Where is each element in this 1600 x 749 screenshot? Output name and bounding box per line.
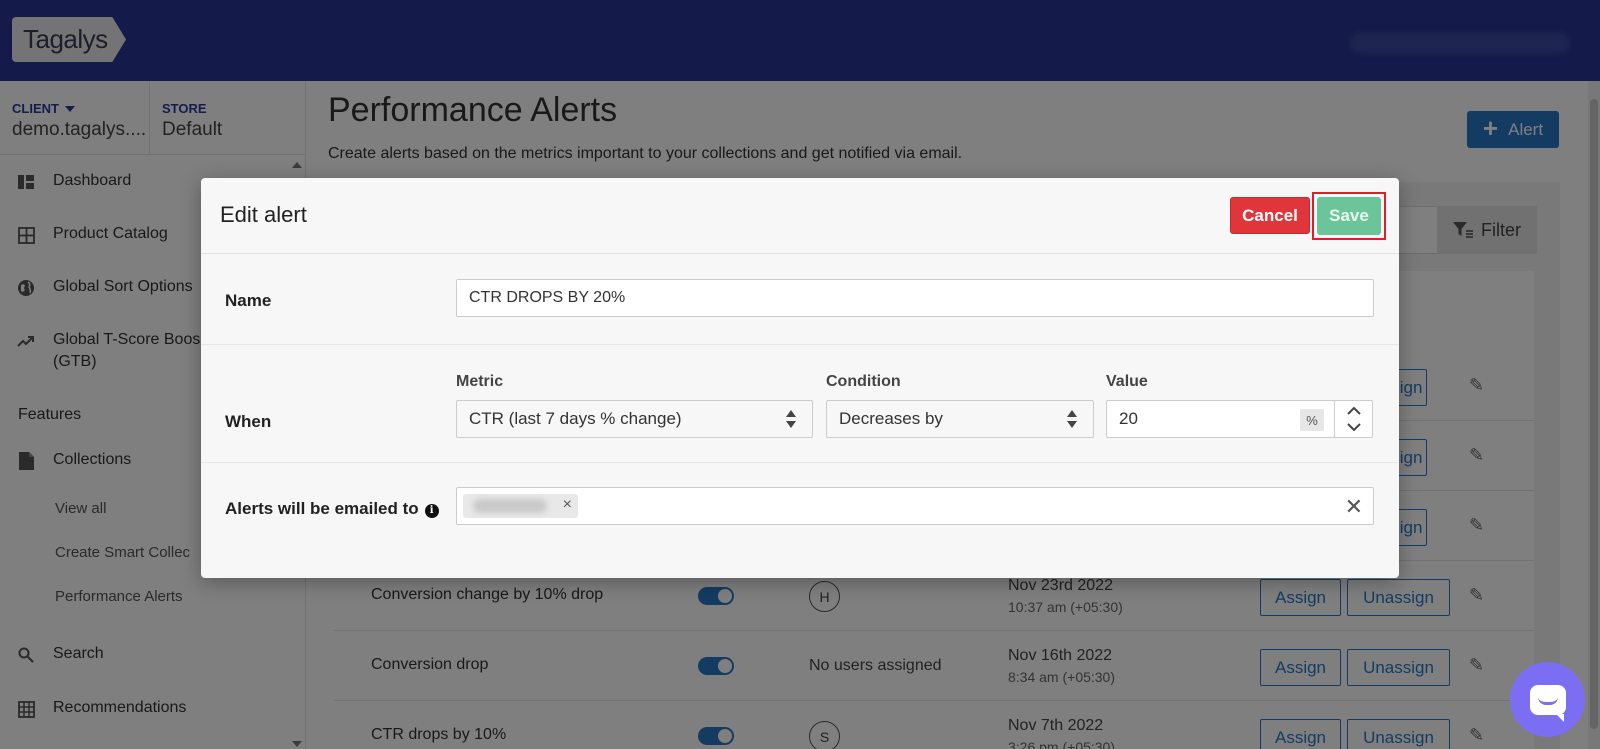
value-label: Value (1106, 373, 1148, 390)
metric-select-value: CTR (last 7 days % change) (469, 409, 682, 428)
select-arrows-icon (1067, 410, 1077, 428)
chevron-up-icon[interactable] (1347, 406, 1361, 415)
email-recipients-input[interactable]: × ✕ (456, 487, 1374, 525)
info-icon[interactable]: i (424, 503, 439, 518)
save-button-highlight: Save (1312, 192, 1386, 240)
condition-label: Condition (826, 373, 901, 390)
metric-select[interactable]: CTR (last 7 days % change) (456, 400, 813, 438)
condition-select-value: Decreases by (839, 409, 943, 428)
cancel-button[interactable]: Cancel (1230, 197, 1310, 234)
when-row: When Metric CTR (last 7 days % change) C… (201, 345, 1399, 463)
remove-chip-icon[interactable]: × (563, 496, 572, 514)
when-label: When (225, 412, 272, 431)
save-button[interactable]: Save (1317, 197, 1381, 235)
email-chip: × (463, 494, 578, 518)
metric-label: Metric (456, 373, 504, 390)
alert-name-input[interactable]: CTR DROPS BY 20% (456, 279, 1374, 317)
email-label: Alerts will be emailed to i (225, 499, 439, 519)
name-row: Name CTR DROPS BY 20% (201, 255, 1399, 345)
email-row: Alerts will be emailed to i × ✕ (201, 463, 1399, 578)
select-arrows-icon (786, 410, 796, 428)
name-label: Name (225, 291, 272, 310)
value-stepper[interactable] (1334, 400, 1373, 438)
email-chip-text (473, 499, 547, 513)
chat-icon (1529, 684, 1566, 722)
edit-alert-modal: Edit alert Cancel Save Name CTR DROPS BY… (201, 178, 1399, 578)
modal-title: Edit alert (220, 202, 307, 227)
email-label-text: Alerts will be emailed to (225, 499, 419, 518)
value-input-value: 20 (1119, 409, 1138, 428)
condition-select[interactable]: Decreases by (826, 400, 1094, 438)
percent-unit-badge: % (1300, 409, 1324, 431)
value-input[interactable]: 20 % (1106, 400, 1335, 438)
clear-all-icon[interactable]: ✕ (1345, 494, 1363, 520)
chat-widget-button[interactable] (1510, 662, 1585, 737)
chevron-down-icon[interactable] (1347, 423, 1361, 432)
modal-header: Edit alert Cancel Save (201, 178, 1399, 254)
